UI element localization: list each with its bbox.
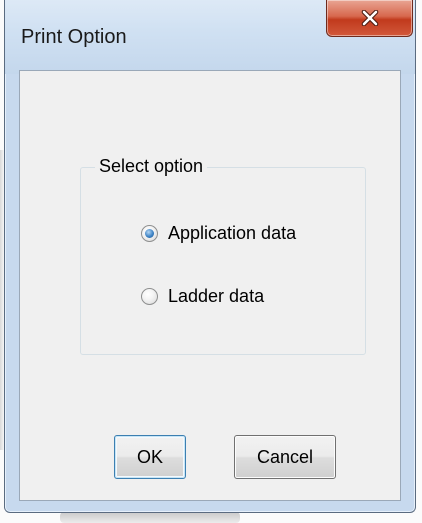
window-title: Print Option <box>21 26 127 48</box>
title-bar[interactable]: Print Option <box>5 0 415 74</box>
radio-button-unselected[interactable] <box>141 288 158 305</box>
dialog-client-area: Select option Application data Ladder da… <box>19 70 401 501</box>
print-option-dialog: Print Option Select option Application d… <box>4 0 416 513</box>
select-option-group: Select option Application data Ladder da… <box>80 156 366 355</box>
radio-label-application-data[interactable]: Application data <box>168 223 296 244</box>
close-button[interactable] <box>326 0 413 37</box>
cancel-button[interactable]: Cancel <box>234 435 336 479</box>
group-legend: Select option <box>95 156 208 177</box>
radio-button-selected[interactable] <box>141 225 158 242</box>
ok-button[interactable]: OK <box>114 435 186 479</box>
close-icon <box>361 10 379 26</box>
background-shadow-bottom <box>60 512 240 523</box>
radio-label-ladder-data[interactable]: Ladder data <box>168 286 264 307</box>
screen: Print Option Select option Application d… <box>0 0 422 523</box>
radio-selected-dot <box>145 229 154 238</box>
radio-option-application-data[interactable]: Application data <box>141 223 296 244</box>
radio-option-ladder-data[interactable]: Ladder data <box>141 286 264 307</box>
